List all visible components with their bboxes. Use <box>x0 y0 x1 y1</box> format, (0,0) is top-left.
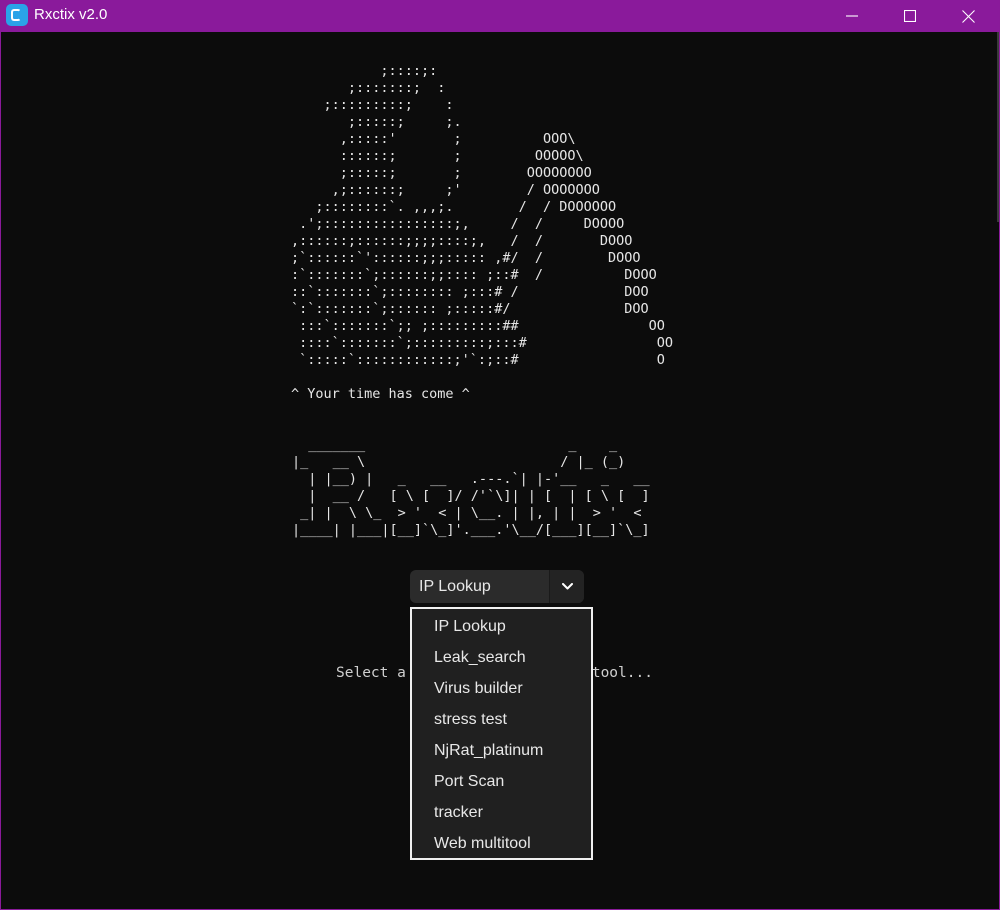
window-title: Rxctix v2.0 <box>34 6 108 23</box>
dropdown-item-leak-search[interactable]: Leak_search <box>434 648 526 668</box>
close-icon <box>961 9 975 23</box>
select-hint-right: tool... <box>591 665 653 681</box>
minimize-icon <box>846 15 858 17</box>
tagline: ^ Your time has come ^ <box>291 386 470 402</box>
dropdown-item-port-scan[interactable]: Port Scan <box>434 772 504 792</box>
minimize-button[interactable] <box>823 0 881 32</box>
ascii-skull-art: ;::::;: ;:::::::; : ;:::::::::; : ;:::::… <box>291 63 674 368</box>
app-window: Rxctix v2.0 ;::::;: ;:::::::; : ;:::::::… <box>0 0 1000 910</box>
select-hint-left: Select a <box>336 665 406 681</box>
maximize-icon <box>904 10 916 22</box>
tool-select[interactable]: IP Lookup <box>410 570 584 603</box>
maximize-button[interactable] <box>881 0 939 32</box>
tool-select-value: IP Lookup <box>419 578 491 595</box>
tool-dropdown-menu: IP Lookup Leak_search Virus builder stre… <box>410 607 593 860</box>
dropdown-item-ip-lookup[interactable]: IP Lookup <box>434 617 506 637</box>
tool-select-toggle[interactable] <box>549 570 584 603</box>
dropdown-item-njrat-platinum[interactable]: NjRat_platinum <box>434 741 543 761</box>
dropdown-item-tracker[interactable]: tracker <box>434 803 483 823</box>
dropdown-item-web-multitool[interactable]: Web multitool <box>434 834 531 854</box>
dropdown-item-stress-test[interactable]: stress test <box>434 710 507 730</box>
rxctix-logo-icon <box>6 4 28 26</box>
chevron-down-icon <box>561 583 573 590</box>
ascii-banner-logo: _______ _ _ |_ __ \ / |_ (_) | |__) | _ … <box>292 437 650 538</box>
dropdown-item-virus-builder[interactable]: Virus builder <box>434 679 523 699</box>
close-button[interactable] <box>939 0 997 32</box>
title-bar[interactable]: Rxctix v2.0 <box>1 0 999 32</box>
